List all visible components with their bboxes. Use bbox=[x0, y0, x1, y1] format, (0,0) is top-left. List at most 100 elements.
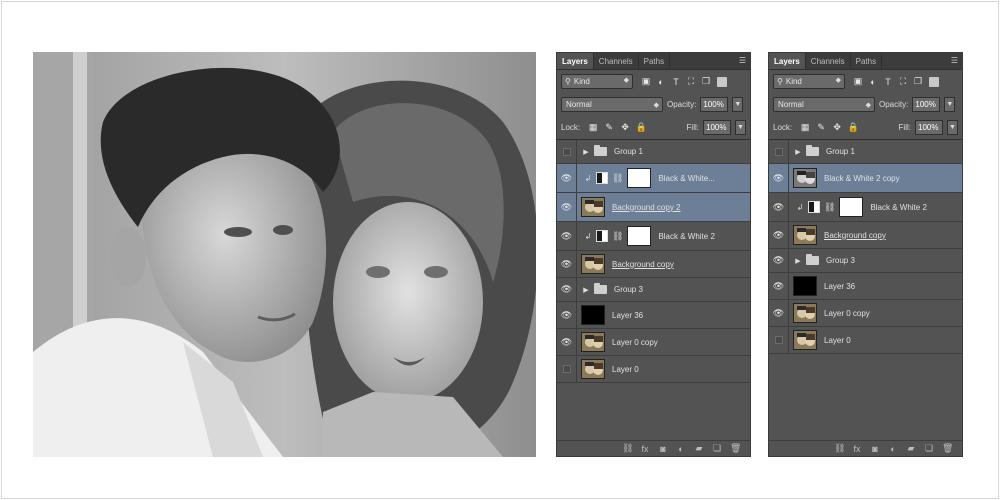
fill-slider-button[interactable]: ▼ bbox=[735, 120, 746, 135]
visibility-toggle[interactable]: 👁 bbox=[557, 251, 577, 277]
layer-thumbnail bbox=[793, 168, 817, 188]
blend-mode-select[interactable]: Normal ◆ bbox=[561, 97, 663, 112]
panel-menu-icon[interactable]: ☰ bbox=[739, 53, 746, 69]
adjustment-filter-icon[interactable]: ◐ bbox=[868, 77, 878, 87]
shape-filter-icon[interactable]: ⛶ bbox=[686, 76, 696, 87]
expand-arrow-icon[interactable]: ▶ bbox=[581, 286, 591, 294]
fill-slider-button[interactable]: ▼ bbox=[947, 120, 958, 135]
visibility-toggle[interactable]: 👁 bbox=[557, 222, 577, 250]
visibility-toggle[interactable]: 👁 bbox=[557, 302, 577, 328]
lock-all-icon[interactable]: 🔒 bbox=[848, 122, 859, 133]
new-group-icon[interactable]: ▰ bbox=[906, 443, 916, 454]
layer-row[interactable]: 👁 Black & White 2 copy bbox=[769, 164, 962, 193]
fill-field[interactable]: 100% bbox=[703, 120, 731, 135]
visibility-toggle[interactable]: 👁 bbox=[769, 164, 789, 192]
new-group-icon[interactable]: ▰ bbox=[694, 443, 704, 454]
lock-position-icon[interactable]: ✥ bbox=[620, 122, 630, 133]
layer-row[interactable]: 👁 Background copy 2 bbox=[557, 193, 750, 222]
image-filter-icon[interactable]: ▣ bbox=[853, 76, 863, 87]
filter-toggle[interactable] bbox=[717, 76, 727, 87]
add-mask-icon[interactable]: ◙ bbox=[658, 444, 668, 454]
layer-row[interactable]: 👁 ↲ ⛓ Black & White 2 bbox=[557, 222, 750, 251]
layer-name: Black & White 2 bbox=[870, 202, 927, 212]
visibility-toggle[interactable]: 👁 bbox=[557, 193, 577, 221]
layer-row[interactable]: 👁 ▶ Group 3 bbox=[557, 278, 750, 302]
visibility-toggle[interactable]: 👁 bbox=[557, 278, 577, 301]
layer-mask-thumbnail[interactable] bbox=[627, 226, 652, 246]
visibility-toggle[interactable]: 👁 bbox=[769, 273, 789, 299]
layer-row[interactable]: Layer 0 bbox=[769, 327, 962, 354]
lock-position-icon[interactable]: ✥ bbox=[832, 122, 842, 133]
layer-thumbnail bbox=[581, 332, 605, 352]
trash-icon[interactable]: 🗑 bbox=[942, 443, 953, 454]
smart-object-filter-icon[interactable]: ❐ bbox=[913, 76, 923, 87]
layer-row[interactable]: Layer 0 bbox=[557, 356, 750, 383]
visibility-toggle[interactable]: 👁 bbox=[769, 300, 789, 326]
layer-row[interactable]: 👁 ↲ ⛓ Black & White 2 bbox=[769, 193, 962, 222]
fx-icon[interactable]: fx bbox=[852, 444, 862, 454]
visibility-toggle[interactable]: 👁 bbox=[769, 249, 789, 272]
filter-toggle[interactable] bbox=[929, 76, 939, 87]
smart-object-filter-icon[interactable]: ❐ bbox=[701, 76, 711, 87]
layer-mask-thumbnail[interactable] bbox=[839, 197, 864, 217]
expand-arrow-icon[interactable]: ▶ bbox=[793, 148, 803, 156]
shape-filter-icon[interactable]: ⛶ bbox=[898, 76, 908, 87]
visibility-toggle[interactable] bbox=[557, 356, 577, 382]
panel-menu-icon[interactable]: ☰ bbox=[951, 53, 958, 69]
layer-row[interactable]: ▶ Group 1 bbox=[769, 140, 962, 164]
lock-transparency-icon[interactable]: ▦ bbox=[588, 122, 598, 133]
layer-row[interactable]: 👁 Background copy bbox=[557, 251, 750, 278]
fill-field[interactable]: 100% bbox=[915, 120, 943, 135]
layer-row[interactable]: 👁 Background copy bbox=[769, 222, 962, 249]
visibility-toggle[interactable] bbox=[557, 140, 577, 163]
tab-layers[interactable]: Layers bbox=[557, 53, 594, 69]
visibility-toggle[interactable]: 👁 bbox=[557, 329, 577, 355]
opacity-field[interactable]: 100% bbox=[912, 97, 941, 112]
filter-kind-select[interactable]: ⚲ Kind ◆ bbox=[561, 74, 633, 89]
layer-row[interactable]: 👁 Layer 0 copy bbox=[557, 329, 750, 356]
new-layer-icon[interactable]: ❏ bbox=[712, 443, 722, 454]
expand-arrow-icon[interactable]: ▶ bbox=[793, 257, 803, 265]
add-mask-icon[interactable]: ◙ bbox=[870, 444, 880, 454]
opacity-slider-button[interactable]: ▼ bbox=[944, 97, 956, 112]
filter-kind-select[interactable]: ⚲ Kind ◆ bbox=[773, 74, 845, 89]
opacity-slider-button[interactable]: ▼ bbox=[732, 97, 744, 112]
search-icon: ⚲ bbox=[565, 77, 571, 86]
visibility-toggle[interactable]: 👁 bbox=[769, 193, 789, 221]
type-filter-icon[interactable]: T bbox=[883, 77, 893, 87]
visibility-toggle[interactable]: 👁 bbox=[769, 222, 789, 248]
tab-paths[interactable]: Paths bbox=[639, 53, 671, 69]
chevron-down-icon: ◆ bbox=[653, 102, 659, 109]
blend-mode-select[interactable]: Normal ◆ bbox=[773, 97, 875, 112]
adjustment-icon[interactable]: ◐ bbox=[888, 444, 898, 454]
tab-layers[interactable]: Layers bbox=[769, 53, 806, 69]
link-layers-icon[interactable]: ⛓ bbox=[834, 443, 845, 454]
lock-brush-icon[interactable]: ✎ bbox=[604, 122, 614, 133]
layer-mask-thumbnail[interactable] bbox=[627, 168, 652, 188]
image-filter-icon[interactable]: ▣ bbox=[641, 76, 651, 87]
lock-all-icon[interactable]: 🔒 bbox=[636, 122, 647, 133]
opacity-field[interactable]: 100% bbox=[700, 97, 729, 112]
layer-row[interactable]: 👁 Layer 0 copy bbox=[769, 300, 962, 327]
visibility-toggle[interactable] bbox=[769, 327, 789, 353]
trash-icon[interactable]: 🗑 bbox=[730, 443, 741, 454]
expand-arrow-icon[interactable]: ▶ bbox=[581, 148, 591, 156]
adjustment-icon[interactable]: ◐ bbox=[676, 444, 686, 454]
adjustment-filter-icon[interactable]: ◐ bbox=[656, 77, 666, 87]
tab-channels[interactable]: Channels bbox=[594, 53, 639, 69]
new-layer-icon[interactable]: ❏ bbox=[924, 443, 934, 454]
layer-row[interactable]: 👁 ↲ ⛓ Black & White... bbox=[557, 164, 750, 193]
tab-paths[interactable]: Paths bbox=[851, 53, 883, 69]
lock-brush-icon[interactable]: ✎ bbox=[816, 122, 826, 133]
link-layers-icon[interactable]: ⛓ bbox=[622, 443, 633, 454]
layer-row[interactable]: 👁 ▶ Group 3 bbox=[769, 249, 962, 273]
type-filter-icon[interactable]: T bbox=[671, 77, 681, 87]
fx-icon[interactable]: fx bbox=[640, 444, 650, 454]
visibility-toggle[interactable] bbox=[769, 140, 789, 163]
lock-transparency-icon[interactable]: ▦ bbox=[800, 122, 810, 133]
tab-channels[interactable]: Channels bbox=[806, 53, 851, 69]
layer-row[interactable]: ▶ Group 1 bbox=[557, 140, 750, 164]
layer-row[interactable]: 👁 Layer 36 bbox=[557, 302, 750, 329]
visibility-toggle[interactable]: 👁 bbox=[557, 164, 577, 192]
layer-row[interactable]: 👁 Layer 36 bbox=[769, 273, 962, 300]
